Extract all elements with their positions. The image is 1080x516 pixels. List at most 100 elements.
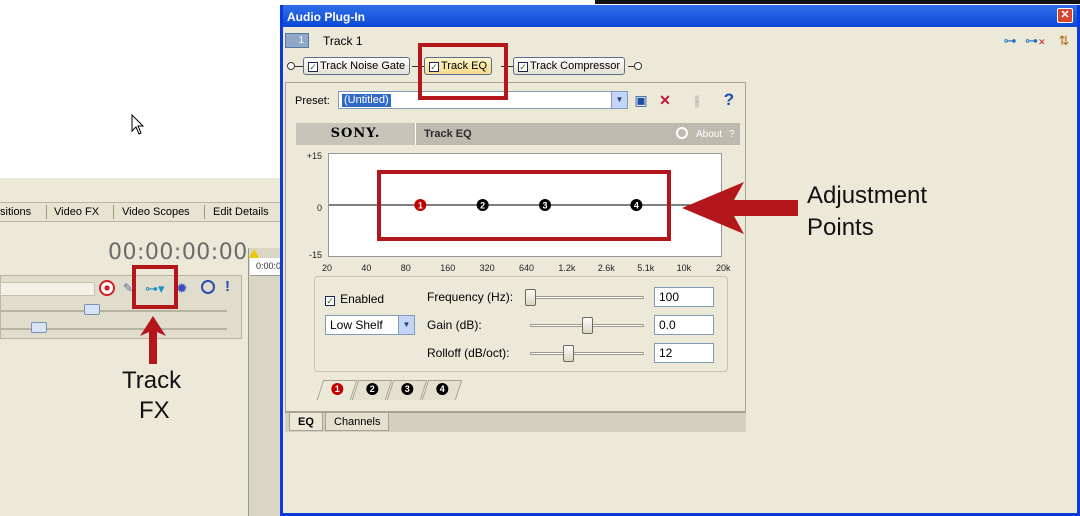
timecode-display: 00:00:00:00 — [108, 240, 248, 265]
rolloff-slider-track[interactable] — [530, 352, 644, 355]
preset-value: (Untitled) — [342, 94, 391, 107]
track-label: Track 1 — [323, 34, 363, 48]
mute-icon[interactable] — [201, 280, 215, 294]
x-axis-label: 2.6k — [597, 263, 615, 273]
enabled-checkbox[interactable]: ✓ Enabled — [325, 292, 384, 306]
y-axis-label: -15 — [308, 250, 322, 260]
x-axis-label: 320 — [479, 263, 495, 273]
highlight-track-eq — [418, 43, 508, 100]
plugin-chain: ✓ Track Noise Gate ✓ Track EQ ✓ Track Compr… — [283, 55, 1077, 79]
chain-item-noise-gate[interactable]: ✓ Track Noise Gate — [303, 57, 411, 75]
tab-separator — [204, 205, 205, 219]
rolloff-label: Rolloff (dB/oct): — [427, 346, 510, 360]
tab-transitions[interactable]: sitions — [0, 206, 31, 218]
screenshot-stage: sitions Video FX Video Scopes Edit Detai… — [0, 0, 1080, 516]
chain-item-compressor[interactable]: ✓ Track Compressor — [513, 57, 626, 75]
arrow-up-icon — [140, 316, 166, 364]
frequency-label: Frequency (Hz): — [427, 290, 514, 304]
x-axis-label: 640 — [519, 263, 535, 273]
about-help: ? — [728, 129, 735, 140]
filter-shape-dropdown[interactable]: Low Shelf ▼ — [325, 315, 415, 335]
chevron-down-icon[interactable]: ▼ — [398, 316, 414, 334]
frequency-slider-thumb[interactable] — [525, 289, 536, 306]
pan-slider-thumb[interactable] — [31, 322, 47, 333]
x-axis-label: 20k — [716, 263, 731, 273]
band-tab-4[interactable]: 4 — [421, 380, 463, 400]
remove-plugin-icon[interactable]: ⊶✕ — [1025, 33, 1046, 49]
about-button[interactable]: About ? — [676, 127, 734, 140]
gain-slider-thumb[interactable] — [582, 317, 593, 334]
y-axis-label: +15 — [306, 151, 322, 161]
plugin-header-bar: SONY. Track EQ About ? — [296, 123, 740, 145]
filter-shape-value: Low Shelf — [330, 318, 383, 332]
chain-item-label: Track Compressor — [530, 60, 621, 72]
x-axis-label: 20 — [322, 263, 333, 273]
about-label: About — [696, 129, 723, 140]
annotation-points: Points — [807, 214, 874, 241]
tab-video-scopes[interactable]: Video Scopes — [122, 206, 190, 218]
timeline-area[interactable] — [248, 248, 280, 516]
highlight-adjustment-points — [377, 170, 671, 241]
background-window-edge — [595, 0, 1080, 4]
bypass-icon[interactable]: ⫲ — [688, 92, 706, 108]
tab-separator — [46, 205, 47, 219]
frequency-value-field[interactable]: 100 — [654, 287, 714, 307]
checkbox-icon[interactable]: ✓ — [325, 296, 335, 306]
chevron-down-icon[interactable]: ▼ — [611, 92, 627, 108]
chain-item-label: Track Noise Gate — [320, 60, 406, 72]
band-number-icon: 4 — [436, 383, 449, 395]
x-axis-label: 5.1k — [637, 263, 655, 273]
save-preset-icon[interactable]: ▣ — [632, 92, 650, 108]
tab-edit-details[interactable]: Edit Details — [213, 206, 269, 218]
band-tab-1[interactable]: 1 — [316, 380, 358, 400]
x-axis-label: 160 — [440, 263, 456, 273]
plugin-panel: Preset: (Untitled) ▼ ▣ ✕ ⫲ ? SONY. Track… — [285, 82, 746, 412]
x-axis-label: 1.2k — [558, 263, 576, 273]
enabled-label: Enabled — [340, 292, 385, 306]
band-tab-2[interactable]: 2 — [351, 380, 393, 400]
solo-icon[interactable]: ! — [225, 278, 230, 295]
preset-label: Preset: — [295, 95, 330, 107]
track-name-field[interactable] — [0, 282, 95, 296]
rolloff-slider-thumb[interactable] — [563, 345, 574, 362]
chain-end-node — [634, 62, 642, 70]
track-row: 1 Track 1 ⊶ ⊶✕ ⇅ — [283, 27, 1077, 53]
arrow-left-icon — [682, 182, 798, 234]
checkbox-icon[interactable]: ✓ — [308, 62, 318, 72]
bypass-circle-icon — [676, 127, 688, 139]
highlight-track-fx — [132, 265, 178, 309]
rolloff-value-field[interactable]: 12 — [654, 343, 714, 363]
window-titlebar[interactable]: Audio Plug-In ✕ — [283, 5, 1077, 27]
volume-slider-thumb[interactable] — [84, 304, 100, 315]
record-arm-icon[interactable] — [99, 280, 115, 296]
checkbox-icon[interactable]: ✓ — [518, 62, 528, 72]
gain-label: Gain (dB): — [427, 318, 482, 332]
volume-slider-track[interactable] — [1, 310, 227, 312]
plugin-order-icon[interactable]: ⇅ — [1055, 33, 1073, 49]
annotation-track: Track — [122, 367, 182, 394]
y-axis-label: 0 — [316, 203, 322, 213]
band-number-icon: 1 — [331, 383, 344, 395]
tab-eq[interactable]: EQ — [289, 413, 323, 431]
window-title: Audio Plug-In — [287, 10, 365, 24]
delete-preset-icon[interactable]: ✕ — [656, 92, 674, 108]
plugin-name: Track EQ — [424, 128, 472, 140]
close-button[interactable]: ✕ — [1057, 8, 1073, 23]
x-axis-label: 40 — [361, 263, 372, 273]
band-number-icon: 3 — [401, 383, 414, 395]
tab-video-fx[interactable]: Video FX — [54, 206, 99, 218]
track-number-badge: 1 — [285, 33, 309, 48]
frequency-slider-track[interactable] — [530, 296, 644, 299]
band-tab-3[interactable]: 3 — [386, 380, 428, 400]
band-controls: ✓ Enabled Low Shelf ▼ Frequency (Hz): 10… — [314, 276, 728, 372]
sony-logo: SONY. — [296, 123, 416, 145]
gain-value-field[interactable]: 0.0 — [654, 315, 714, 335]
band-number-icon: 2 — [366, 383, 379, 395]
tab-channels[interactable]: Channels — [325, 413, 390, 431]
tab-separator — [113, 205, 114, 219]
chain-start-node — [287, 62, 295, 70]
plugin-chain-icon[interactable]: ⊶ — [1001, 33, 1019, 49]
help-icon[interactable]: ? — [720, 91, 738, 108]
mouse-cursor-icon — [131, 114, 145, 135]
audio-plugin-window: Audio Plug-In ✕ 1 Track 1 ⊶ ⊶✕ ⇅ ✓ Track … — [280, 5, 1080, 516]
